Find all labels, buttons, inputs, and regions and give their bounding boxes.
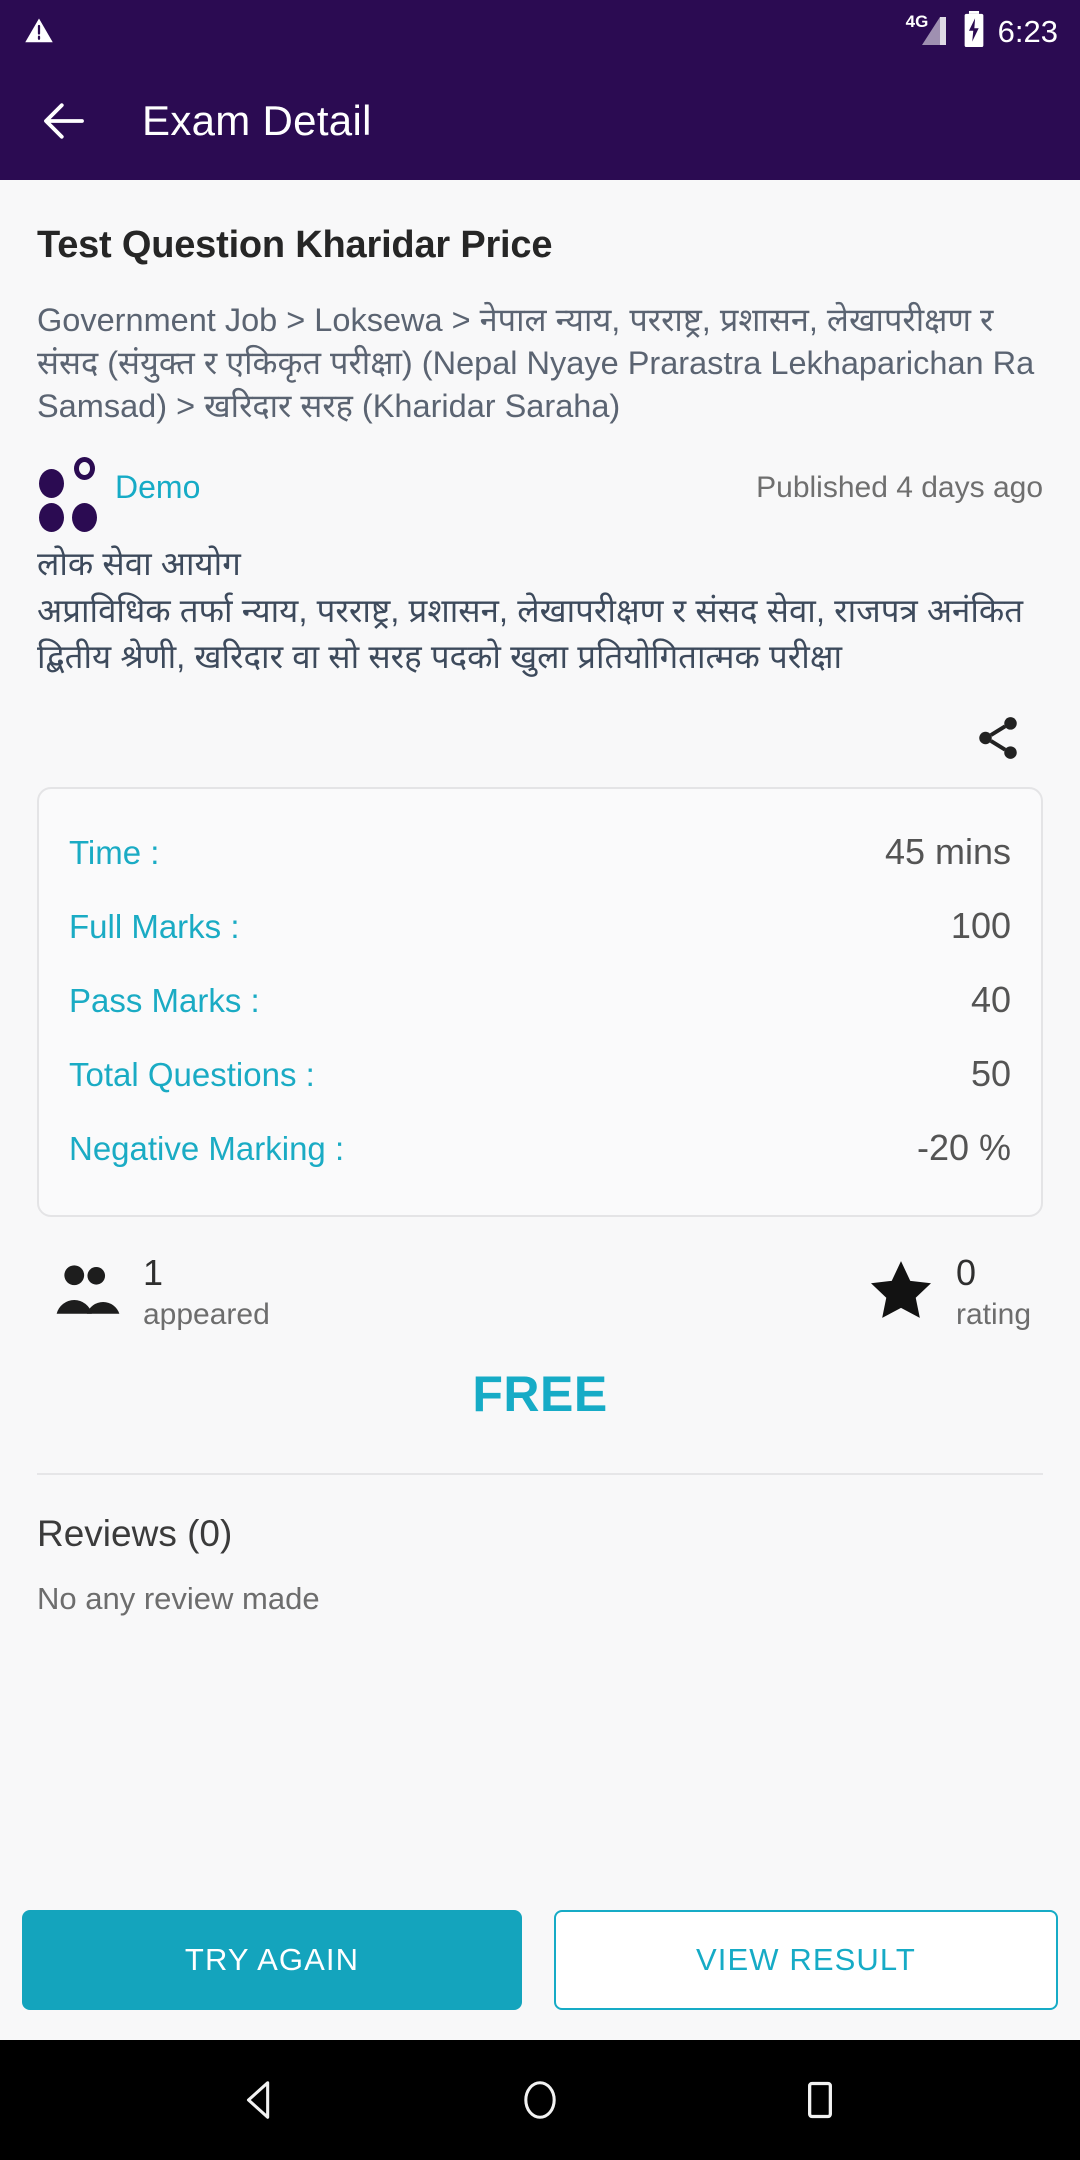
info-label: Negative Marking :	[69, 1130, 345, 1168]
appeared-text: 1 appeared	[143, 1252, 270, 1331]
nav-recents-button[interactable]	[775, 2055, 865, 2145]
battery-charging-icon	[962, 10, 986, 52]
android-nav-bar	[0, 2040, 1080, 2160]
share-row	[37, 681, 1043, 787]
exam-price: FREE	[472, 1366, 608, 1423]
info-label: Full Marks :	[69, 908, 240, 946]
info-row-full-marks: Full Marks : 100	[69, 889, 1011, 963]
appeared-caption: appeared	[143, 1297, 270, 1331]
publisher-logo-icon	[37, 456, 99, 532]
star-icon	[870, 1261, 931, 1319]
info-label: Pass Marks :	[69, 982, 260, 1020]
page-title: Exam Detail	[142, 97, 372, 144]
section-divider	[37, 1473, 1043, 1476]
app-bar: Exam Detail	[0, 62, 1080, 180]
appeared-count: 1	[143, 1252, 164, 1294]
info-label: Time :	[69, 834, 160, 872]
share-icon	[979, 717, 1017, 760]
rating-caption: rating	[955, 1297, 1031, 1331]
nav-back-icon	[246, 2081, 270, 2119]
rating-stat: 0 rating	[868, 1252, 1031, 1331]
info-row-time: Time : 45 mins	[69, 815, 1011, 889]
info-value: 50	[970, 1053, 1011, 1095]
exam-description: लोक सेवा आयोग अप्राविधिक तर्फा न्याय, पर…	[37, 544, 1024, 676]
status-bar-clock: 6:23	[997, 13, 1058, 49]
exam-title: Test Question Kharidar Price	[37, 224, 553, 266]
back-button[interactable]	[28, 85, 100, 157]
nav-home-icon	[524, 2081, 556, 2119]
info-row-pass-marks: Pass Marks : 40	[69, 963, 1011, 1037]
exam-info-card: Time : 45 mins Full Marks : 100 Pass Mar…	[37, 787, 1043, 1218]
rating-count: 0	[955, 1252, 976, 1294]
breadcrumb: Government Job > Loksewa > नेपाल न्याय, …	[37, 302, 1035, 425]
warning-triangle-icon	[24, 16, 54, 46]
rating-text: 0 rating	[955, 1252, 1031, 1331]
info-label: Total Questions :	[69, 1056, 315, 1094]
reviews-heading: Reviews (0)	[37, 1513, 233, 1555]
nav-recents-icon	[808, 2081, 832, 2119]
status-bar-left	[24, 16, 54, 46]
exam-detail-content: Test Question Kharidar Price Government …	[0, 180, 1080, 1892]
appeared-stat: 1 appeared	[55, 1252, 270, 1331]
status-bar-right: 4G 6:23	[906, 10, 1058, 52]
nav-back-button[interactable]	[215, 2055, 305, 2145]
info-value: 45 mins	[884, 831, 1011, 873]
publisher[interactable]: Demo	[37, 456, 201, 532]
publisher-name: Demo	[115, 469, 201, 506]
signal-bars-icon: 4G	[906, 13, 950, 49]
try-again-button[interactable]: TRY AGAIN	[22, 1910, 522, 2010]
view-result-button[interactable]: VIEW RESULT	[554, 1910, 1058, 2010]
info-row-total-questions: Total Questions : 50	[69, 1037, 1011, 1111]
publisher-meta-row: Demo Published 4 days ago	[37, 456, 1043, 532]
people-icon	[56, 1265, 120, 1314]
phone-screen: 4G 6:23 Exam Detail Test Question Kharid…	[0, 0, 1080, 2160]
action-bar: TRY AGAIN VIEW RESULT	[0, 1892, 1080, 2040]
stats-row: 1 appeared 0 rating	[37, 1252, 1043, 1331]
nav-home-button[interactable]	[495, 2055, 585, 2145]
reviews-empty-text: No any review made	[37, 1581, 320, 1617]
status-bar: 4G 6:23	[0, 0, 1080, 62]
share-button[interactable]	[967, 707, 1029, 769]
arrow-left-icon	[44, 103, 84, 139]
published-date: Published 4 days ago	[756, 470, 1043, 504]
info-value: -20 %	[916, 1127, 1011, 1169]
info-row-negative-marking: Negative Marking : -20 %	[69, 1111, 1011, 1185]
info-value: 100	[950, 905, 1011, 947]
info-value: 40	[970, 979, 1011, 1021]
